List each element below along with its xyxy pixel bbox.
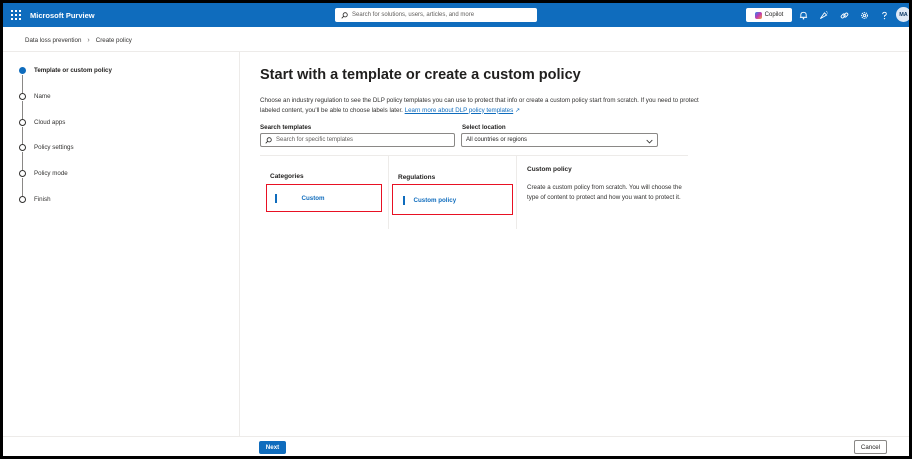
bell-icon[interactable] bbox=[797, 9, 809, 21]
step-label: Cloud apps bbox=[34, 118, 66, 126]
footer-divider bbox=[3, 436, 909, 437]
category-item-custom[interactable]: Custom bbox=[275, 194, 325, 203]
megaphone-icon[interactable] bbox=[817, 9, 829, 21]
template-search-placeholder: Search for specific templates bbox=[276, 137, 354, 143]
app-window: Microsoft Purview Search for solutions, … bbox=[3, 3, 909, 456]
template-search-input[interactable]: Search for specific templates bbox=[260, 133, 455, 147]
waffle-icon[interactable] bbox=[7, 6, 25, 24]
copilot-icon bbox=[754, 11, 762, 19]
avatar[interactable]: MA bbox=[896, 7, 909, 22]
copilot-button[interactable]: Copilot bbox=[746, 8, 792, 22]
top-bar: Microsoft Purview Search for solutions, … bbox=[3, 3, 909, 27]
wizard-steps: Template or custom policy Name Cloud app… bbox=[19, 63, 229, 218]
search-icon bbox=[341, 6, 348, 24]
link-icon[interactable] bbox=[838, 9, 850, 21]
column-divider bbox=[516, 155, 517, 229]
selected-indicator bbox=[403, 196, 405, 205]
detail-description: Create a custom policy from scratch. You… bbox=[527, 184, 682, 201]
step-pending-icon bbox=[19, 144, 26, 152]
cancel-button[interactable]: Cancel bbox=[854, 440, 887, 454]
column-divider bbox=[388, 155, 389, 229]
category-label: Custom bbox=[301, 195, 325, 202]
global-search-input[interactable]: Search for solutions, users, articles, a… bbox=[335, 8, 537, 22]
step-pending-icon bbox=[19, 92, 26, 100]
header-divider bbox=[3, 51, 909, 52]
breadcrumb: Data loss prevention › Create policy bbox=[25, 33, 132, 47]
regulations-header: Regulations bbox=[398, 174, 436, 181]
step-policy-settings[interactable]: Policy settings bbox=[19, 140, 229, 171]
step-label: Policy mode bbox=[34, 170, 68, 178]
step-policy-mode[interactable]: Policy mode bbox=[19, 166, 229, 197]
regulation-label: Custom policy bbox=[413, 197, 457, 204]
location-dropdown[interactable]: All countries or regions bbox=[461, 133, 658, 147]
selected-indicator bbox=[275, 194, 277, 203]
page-title: Start with a template or create a custom… bbox=[260, 67, 581, 83]
external-link-icon: ↗ bbox=[514, 107, 520, 114]
regulation-item-custom-policy[interactable]: Custom policy bbox=[403, 196, 456, 205]
help-icon[interactable] bbox=[878, 9, 890, 21]
step-label: Policy settings bbox=[34, 144, 74, 152]
gear-icon[interactable] bbox=[858, 9, 870, 21]
chevron-down-icon bbox=[646, 131, 653, 149]
copilot-label: Copilot bbox=[764, 12, 784, 18]
detail-title: Custom policy bbox=[527, 166, 572, 173]
select-location-label: Select location bbox=[462, 124, 506, 131]
step-pending-icon bbox=[19, 118, 26, 126]
step-label: Name bbox=[34, 92, 51, 100]
next-button[interactable]: Next bbox=[259, 441, 286, 454]
step-label: Finish bbox=[34, 195, 51, 203]
step-cloud-apps[interactable]: Cloud apps bbox=[19, 115, 229, 145]
step-name[interactable]: Name bbox=[19, 89, 229, 119]
learn-more-link[interactable]: Learn more about DLP policy templates bbox=[405, 107, 514, 114]
step-current-icon bbox=[19, 67, 26, 74]
categories-header: Categories bbox=[270, 173, 304, 180]
breadcrumb-item-dlp[interactable]: Data loss prevention bbox=[25, 37, 81, 44]
location-value: All countries or regions bbox=[466, 137, 528, 143]
search-icon bbox=[265, 131, 272, 149]
chevron-right-icon: › bbox=[87, 36, 90, 44]
step-pending-icon bbox=[19, 195, 26, 203]
breadcrumb-item-create-policy: Create policy bbox=[95, 36, 132, 44]
search-placeholder: Search for solutions, users, articles, a… bbox=[352, 12, 475, 18]
step-template-or-custom[interactable]: Template or custom policy bbox=[19, 63, 229, 93]
search-templates-label: Search templates bbox=[260, 124, 312, 131]
step-finish[interactable]: Finish bbox=[19, 192, 229, 218]
step-pending-icon bbox=[19, 170, 26, 178]
app-name[interactable]: Microsoft Purview bbox=[30, 11, 95, 20]
sidebar-divider bbox=[239, 52, 240, 437]
template-panel-divider bbox=[260, 155, 688, 156]
page-description: Choose an industry regulation to see the… bbox=[260, 96, 700, 116]
step-label: Template or custom policy bbox=[34, 67, 112, 74]
